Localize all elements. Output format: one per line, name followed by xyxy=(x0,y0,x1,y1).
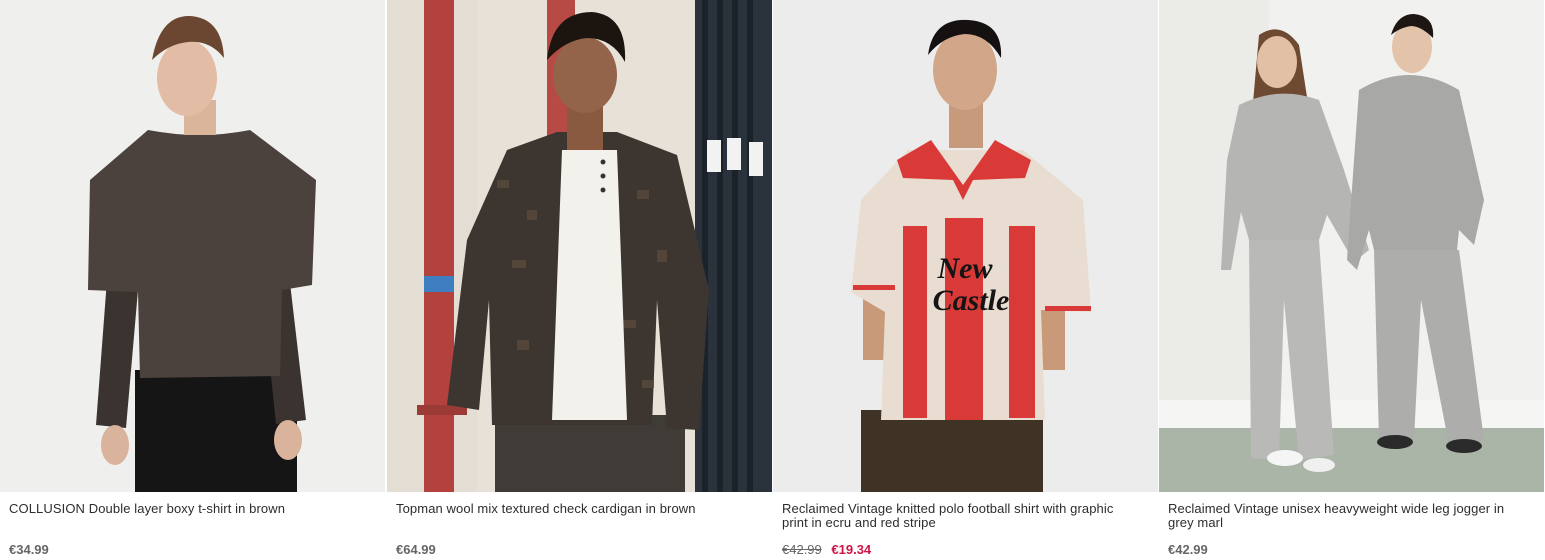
product-image[interactable] xyxy=(1159,0,1544,492)
product-price: €34.99 xyxy=(9,542,49,557)
product-image[interactable] xyxy=(387,0,772,492)
shirt-graphic-text-2: Castle xyxy=(933,284,1010,317)
price-row: €42.99 xyxy=(1168,542,1208,557)
product-title[interactable]: Reclaimed Vintage knitted polo football … xyxy=(782,502,1142,530)
price-row: €34.99 xyxy=(9,542,49,557)
product-price: €42.99 xyxy=(1168,542,1208,557)
product-card[interactable]: New Castle Reclaimed Vintage knitted pol… xyxy=(773,0,1158,560)
product-photo-grey-joggers xyxy=(1159,0,1544,492)
product-image[interactable] xyxy=(0,0,385,492)
product-price: €64.99 xyxy=(396,542,436,557)
shirt-graphic-text: New xyxy=(937,252,994,285)
product-image[interactable]: New Castle xyxy=(773,0,1158,492)
product-photo-striped-polo: New Castle xyxy=(773,0,1158,492)
product-card[interactable]: Reclaimed Vintage unisex heavyweight wid… xyxy=(1159,0,1544,560)
product-title[interactable]: Topman wool mix textured check cardigan … xyxy=(396,502,756,516)
product-card[interactable]: Topman wool mix textured check cardigan … xyxy=(387,0,772,560)
price-row: €42.99 €19.34 xyxy=(782,542,871,557)
sale-price: €19.34 xyxy=(831,542,872,557)
price-row: €64.99 xyxy=(396,542,436,557)
original-price: €42.99 xyxy=(782,542,822,557)
product-photo-check-cardigan xyxy=(387,0,772,492)
product-grid: COLLUSION Double layer boxy t-shirt in b… xyxy=(0,0,1545,560)
product-title[interactable]: COLLUSION Double layer boxy t-shirt in b… xyxy=(9,502,369,516)
product-card[interactable]: COLLUSION Double layer boxy t-shirt in b… xyxy=(0,0,385,560)
product-title[interactable]: Reclaimed Vintage unisex heavyweight wid… xyxy=(1168,502,1528,530)
product-photo-brown-tshirt xyxy=(0,0,385,492)
